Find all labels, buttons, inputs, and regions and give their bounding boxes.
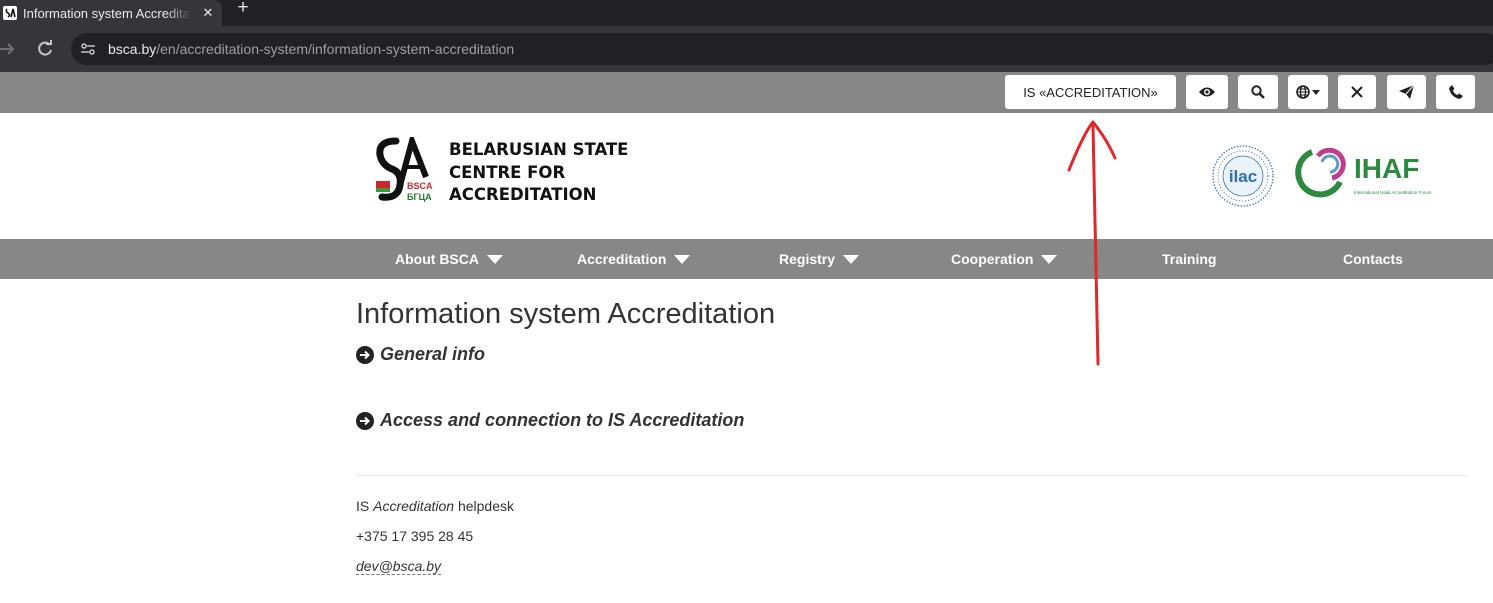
new-tab-button[interactable]: + <box>233 0 253 20</box>
helpdesk-phone[interactable]: +375 17 395 28 45 <box>356 528 473 544</box>
url-text: bsca.by/en/accreditation-system/informat… <box>108 41 514 57</box>
browser-tab[interactable]: Information system Accreditation ✕ <box>0 0 222 26</box>
search-icon <box>1251 85 1265 99</box>
nav-item-contacts[interactable]: Contacts <box>1343 239 1403 279</box>
address-bar[interactable]: bsca.by/en/accreditation-system/informat… <box>71 33 1493 65</box>
helpdesk-prefix: IS <box>356 498 374 514</box>
caret-down-icon <box>674 255 691 264</box>
tab-close-icon[interactable]: ✕ <box>201 6 215 20</box>
logo-text-latin: BSCA <box>407 181 432 191</box>
favicon-icon <box>3 6 17 20</box>
ihaf-logo[interactable]: IHAF International Halal Accreditation F… <box>1292 147 1444 200</box>
logo-text-cyrillic: БГЦА <box>407 192 432 202</box>
page-title: Information system Accreditation <box>356 298 776 330</box>
org-name-line-2: CENTRE FOR <box>449 162 566 182</box>
annotation-arrow <box>1067 120 1117 366</box>
arrow-circle-right-icon <box>356 411 374 430</box>
nav-item-label: Cooperation <box>951 251 1034 267</box>
site-info-icon[interactable] <box>80 41 96 57</box>
ilac-logo-text: ilac <box>1229 167 1257 186</box>
language-button[interactable] <box>1288 75 1328 109</box>
org-name-line-1: BELARUSIAN STATE <box>449 140 629 159</box>
telegram-button[interactable] <box>1387 75 1426 109</box>
nav-item-label: Registry <box>779 251 836 267</box>
helpdesk-label: IS Accreditation helpdesk <box>356 498 514 514</box>
caret-down-icon <box>487 255 503 264</box>
nav-item-label: Contacts <box>1343 251 1403 267</box>
nav-item-registry[interactable]: Registry <box>779 239 860 279</box>
nav-item-about[interactable]: About BSCA <box>395 239 503 279</box>
nav-item-training[interactable]: Training <box>1162 239 1216 279</box>
accordion-access-connection[interactable]: Access and connection to IS Accreditatio… <box>356 410 744 431</box>
nav-item-label: About BSCA <box>395 251 479 267</box>
content-divider <box>356 475 1466 476</box>
org-name-line-3: ACCREDITATION <box>449 185 597 204</box>
helpdesk-email-link[interactable]: dev@bsca.by <box>356 558 442 575</box>
main-nav: About BSCA Accreditation Registry Cooper… <box>0 239 1493 279</box>
eye-icon <box>1199 87 1215 97</box>
telegram-icon <box>1399 85 1414 99</box>
caret-down-icon <box>843 255 860 264</box>
bsca-logo[interactable]: BSCA БГЦА <box>374 131 433 207</box>
helpdesk-suffix: helpdesk <box>454 498 514 514</box>
is-accreditation-button[interactable]: IS «ACCREDITATION» <box>1005 75 1176 109</box>
nav-item-accreditation[interactable]: Accreditation <box>577 239 691 279</box>
browser-tabstrip: Information system Accreditation ✕ + <box>0 0 1493 26</box>
nav-item-label: Accreditation <box>577 251 667 267</box>
browser-toolbar: bsca.by/en/accreditation-system/informat… <box>0 26 1493 72</box>
nav-item-label: Training <box>1162 251 1217 267</box>
phone-icon <box>1448 85 1463 99</box>
ihaf-logo-subtext: International Halal Accreditation Forum <box>1354 190 1432 195</box>
org-name[interactable]: BELARUSIAN STATE CENTRE FOR ACCREDITATIO… <box>449 139 649 207</box>
nav-item-cooperation[interactable]: Cooperation <box>951 239 1058 279</box>
x-social-button[interactable] <box>1338 75 1376 109</box>
url-host: bsca.by <box>108 41 157 57</box>
ilac-logo[interactable]: ilac <box>1211 144 1276 209</box>
accordion-label: Access and connection to IS Accreditatio… <box>380 410 745 430</box>
globe-icon <box>1296 85 1310 99</box>
accessibility-button[interactable] <box>1186 75 1228 109</box>
accordion-general-info[interactable]: General info <box>356 344 485 365</box>
accordion-label: General info <box>380 344 486 364</box>
url-path: /en/accreditation-system/information-sys… <box>156 41 515 57</box>
ihaf-logo-text: IHAF <box>1354 153 1419 184</box>
helpdesk-email-row: dev@bsca.by <box>356 558 442 575</box>
reload-icon[interactable] <box>35 39 55 59</box>
chevron-down-icon <box>1312 89 1320 95</box>
page: Information system Accreditation ✕ + bsc… <box>0 0 1493 603</box>
forward-icon[interactable] <box>0 40 18 58</box>
x-icon <box>1351 86 1363 98</box>
arrow-circle-right-icon <box>356 345 374 364</box>
tab-title: Information system Accreditation <box>23 5 191 21</box>
phone-button[interactable] <box>1436 75 1475 109</box>
search-button[interactable] <box>1238 75 1278 109</box>
site-topbar: IS «ACCREDITATION» <box>0 72 1493 113</box>
helpdesk-italic: Accreditation <box>373 498 455 514</box>
